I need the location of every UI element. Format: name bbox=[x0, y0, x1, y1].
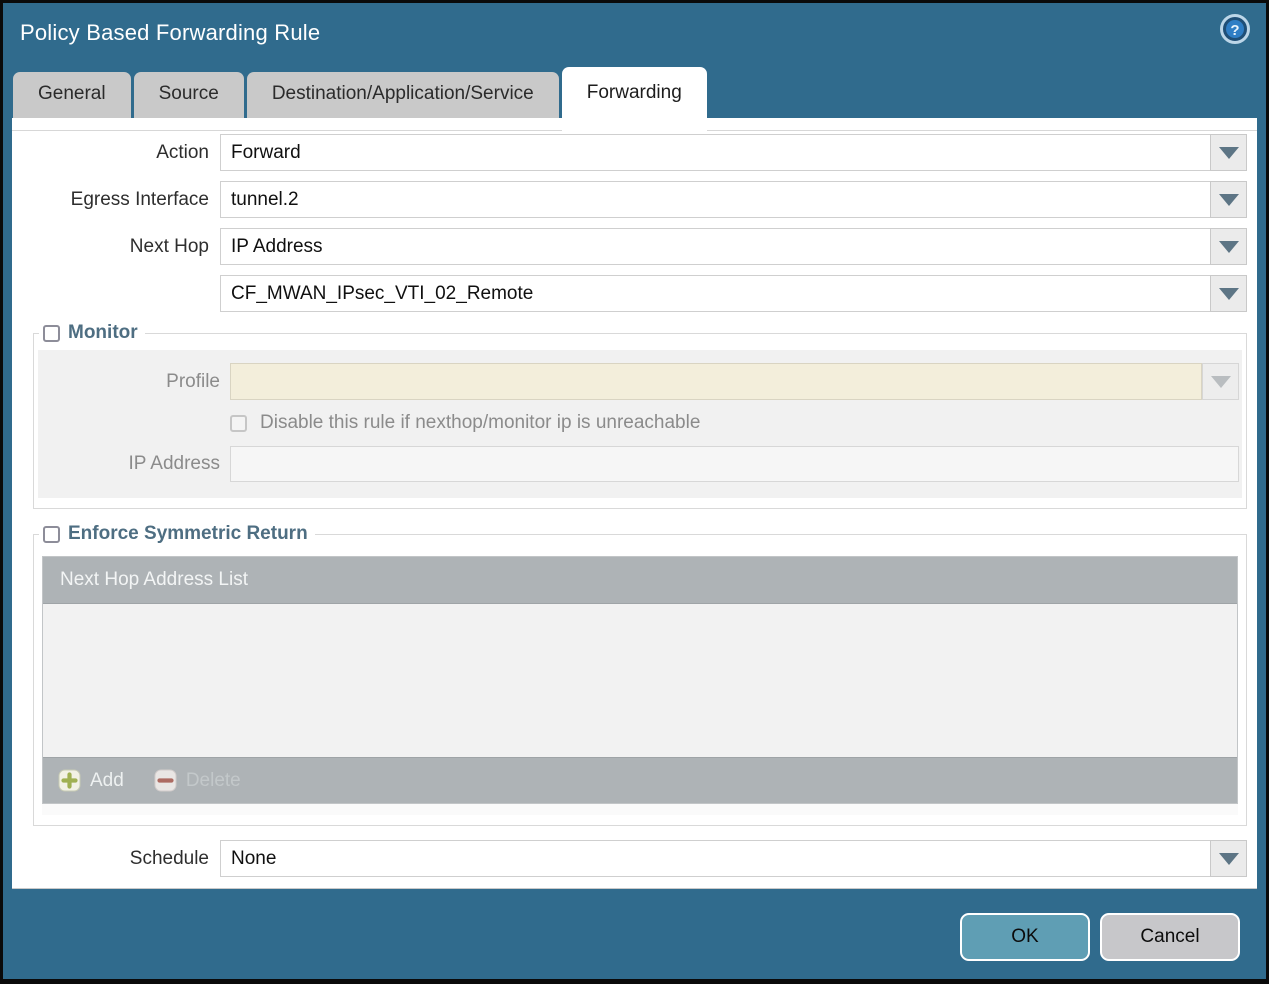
dialog-titlebar: Policy Based Forwarding Rule ? bbox=[3, 3, 1266, 63]
tab-source[interactable]: Source bbox=[133, 72, 244, 118]
disable-rule-label: Disable this rule if nexthop/monitor ip … bbox=[260, 412, 701, 433]
pbf-rule-dialog: Policy Based Forwarding Rule ? General S… bbox=[0, 0, 1269, 984]
dialog-footer: OK Cancel bbox=[3, 913, 1240, 961]
profile-row: Profile bbox=[38, 363, 1242, 400]
symmetric-return-checkbox[interactable] bbox=[43, 525, 60, 543]
grid-footer-strip bbox=[42, 804, 1238, 815]
action-dropdown-trigger[interactable] bbox=[1210, 134, 1247, 171]
svg-text:?: ? bbox=[1230, 22, 1239, 39]
monitor-checkbox[interactable] bbox=[43, 324, 60, 342]
schedule-label: Schedule bbox=[129, 847, 209, 869]
next-hop-address-combo bbox=[220, 275, 1247, 312]
plus-icon bbox=[58, 769, 81, 792]
monitor-group-body: Profile Disable this rule if nexthop/mon… bbox=[38, 350, 1242, 498]
egress-interface-row: Egress Interface bbox=[12, 181, 1247, 218]
monitor-legend-label: Monitor bbox=[68, 322, 138, 343]
disable-rule-row: Disable this rule if nexthop/monitor ip … bbox=[38, 412, 1242, 434]
profile-dropdown-trigger bbox=[1202, 363, 1239, 400]
chevron-down-icon bbox=[1218, 287, 1239, 300]
minus-icon bbox=[154, 769, 177, 792]
schedule-dropdown-trigger[interactable] bbox=[1210, 840, 1247, 877]
add-button[interactable]: Add bbox=[58, 769, 124, 792]
tab-destination-application-service[interactable]: Destination/Application/Service bbox=[246, 72, 559, 118]
schedule-input[interactable] bbox=[220, 840, 1210, 877]
next-hop-address-row bbox=[12, 275, 1247, 312]
schedule-row: Schedule bbox=[12, 840, 1247, 877]
tab-general[interactable]: General bbox=[13, 72, 131, 118]
grid-body-empty[interactable] bbox=[43, 604, 1237, 757]
schedule-combo bbox=[220, 840, 1247, 877]
profile-input bbox=[230, 363, 1202, 400]
egress-interface-label: Egress Interface bbox=[70, 188, 209, 210]
next-hop-address-list-grid: Next Hop Address List Add Delete bbox=[42, 556, 1238, 804]
monitor-ip-label: IP Address bbox=[128, 453, 220, 474]
egress-interface-dropdown-trigger[interactable] bbox=[1210, 181, 1247, 218]
disable-rule-checkbox bbox=[230, 414, 247, 432]
dialog-title: Policy Based Forwarding Rule bbox=[20, 20, 321, 45]
egress-interface-input[interactable] bbox=[220, 181, 1210, 218]
action-input[interactable] bbox=[220, 134, 1210, 171]
next-hop-type-dropdown-trigger[interactable] bbox=[1210, 228, 1247, 265]
symmetric-return-legend-label: Enforce Symmetric Return bbox=[68, 523, 308, 544]
next-hop-type-combo bbox=[220, 228, 1247, 265]
grid-toolbar: Add Delete bbox=[43, 757, 1237, 803]
chevron-down-icon bbox=[1218, 146, 1239, 159]
chevron-down-icon bbox=[1218, 240, 1239, 253]
cancel-button[interactable]: Cancel bbox=[1100, 913, 1240, 961]
monitor-legend: Monitor bbox=[39, 322, 145, 344]
next-hop-label: Next Hop bbox=[129, 235, 209, 257]
monitor-ip-row: IP Address bbox=[38, 446, 1242, 482]
grid-column-header[interactable]: Next Hop Address List bbox=[43, 557, 1237, 604]
tab-forwarding[interactable]: Forwarding bbox=[561, 67, 707, 132]
chevron-down-icon bbox=[1218, 852, 1239, 865]
tab-bar: General Source Destination/Application/S… bbox=[3, 63, 1266, 132]
monitor-ip-input bbox=[230, 446, 1239, 482]
action-label: Action bbox=[156, 141, 209, 163]
action-row: Action bbox=[12, 134, 1247, 171]
symmetric-return-fieldset: Enforce Symmetric Return Next Hop Addres… bbox=[33, 523, 1247, 826]
grid-header-label: Next Hop Address List bbox=[60, 569, 248, 590]
action-combo bbox=[220, 134, 1247, 171]
next-hop-type-input[interactable] bbox=[220, 228, 1210, 265]
disable-rule-check-row: Disable this rule if nexthop/monitor ip … bbox=[230, 412, 700, 434]
add-button-label: Add bbox=[90, 769, 124, 791]
symmetric-return-legend: Enforce Symmetric Return bbox=[39, 523, 315, 545]
profile-label: Profile bbox=[166, 370, 220, 392]
next-hop-address-dropdown-trigger[interactable] bbox=[1210, 275, 1247, 312]
chevron-down-icon bbox=[1210, 375, 1231, 388]
egress-interface-combo bbox=[220, 181, 1247, 218]
next-hop-row: Next Hop bbox=[12, 228, 1247, 265]
delete-button-label: Delete bbox=[185, 769, 241, 791]
forwarding-tab-panel: Action Egress Interface Next Hop bbox=[12, 118, 1257, 889]
chevron-down-icon bbox=[1218, 193, 1239, 206]
help-icon[interactable]: ? bbox=[1220, 14, 1250, 44]
ok-button[interactable]: OK bbox=[960, 913, 1090, 961]
monitor-fieldset: Monitor Profile Disable this rule if nex… bbox=[33, 322, 1247, 509]
profile-combo bbox=[230, 363, 1239, 400]
next-hop-address-input[interactable] bbox=[220, 275, 1210, 312]
delete-button: Delete bbox=[154, 769, 241, 792]
